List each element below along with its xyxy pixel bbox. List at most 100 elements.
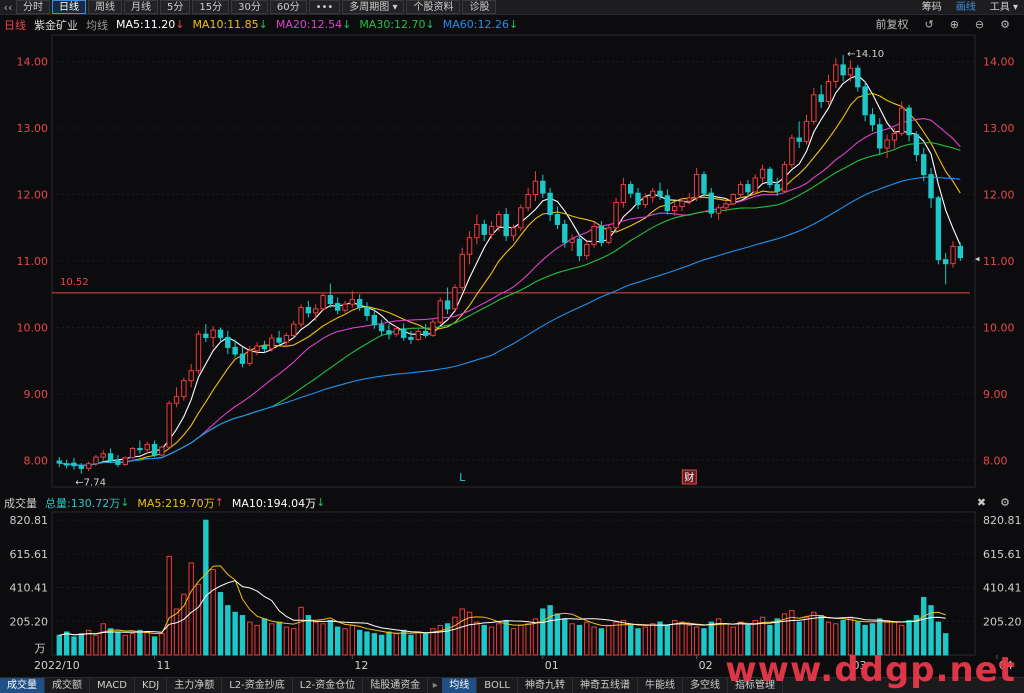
candle-body — [100, 453, 106, 458]
candle-body — [400, 328, 407, 338]
candle-body — [657, 190, 663, 197]
candle-body — [276, 337, 282, 343]
volume-bar — [63, 631, 70, 656]
volume-bar — [320, 623, 326, 656]
volume-bar — [422, 633, 429, 656]
volume-bar — [364, 631, 370, 656]
candle-body — [540, 180, 546, 194]
candle-body — [371, 315, 378, 326]
candle-body — [320, 295, 326, 310]
chevron-right-icon[interactable]: ▸ — [428, 678, 442, 693]
candle-body — [239, 353, 246, 364]
volume-bar — [657, 621, 663, 656]
indicator-tab[interactable]: 多空线 — [683, 678, 728, 693]
candle-body — [671, 205, 678, 211]
candle-body — [833, 64, 839, 83]
candle-body — [686, 197, 693, 202]
candle-body — [444, 300, 451, 310]
volume-bar — [188, 562, 194, 656]
candle-body — [261, 345, 268, 350]
candle-body — [752, 177, 758, 193]
candle-body — [474, 223, 480, 239]
volume-bar — [635, 628, 641, 656]
candle-body — [745, 184, 751, 193]
y-tick-label: 10.00 — [17, 321, 49, 334]
indicator-tab[interactable]: 陆股通资金 — [363, 678, 429, 693]
volume-bar — [386, 631, 392, 656]
volume-bar — [144, 631, 150, 656]
volume-bar — [78, 633, 84, 656]
candle-body — [796, 137, 802, 142]
indicator-tab[interactable]: 成交额 — [45, 678, 90, 693]
volume-bar — [686, 624, 693, 656]
low-annotation: ←7.74 — [75, 478, 106, 489]
candle-body — [723, 203, 729, 209]
candle-body — [562, 223, 568, 243]
volume-bar — [356, 629, 363, 656]
indicator-tab[interactable]: 牛能线 — [638, 678, 683, 693]
indicator-tab[interactable]: 成交量 — [0, 678, 45, 693]
candle-body — [811, 94, 817, 122]
volume-tick-label-right: 615.61 — [983, 548, 1022, 561]
indicator-tab[interactable]: 主力净额 — [167, 678, 223, 693]
volume-bar — [71, 636, 77, 656]
volume-bar — [671, 619, 678, 656]
volume-bar — [378, 634, 385, 656]
candle-body — [598, 225, 605, 243]
volume-bar — [371, 633, 378, 656]
indicator-tab[interactable]: KDJ — [135, 678, 168, 693]
volume-bar — [93, 634, 99, 656]
candle-body — [921, 154, 927, 176]
volume-bar — [305, 615, 312, 656]
y-tick-label: 11.00 — [17, 255, 49, 268]
candle-body — [151, 443, 158, 456]
indicator-tab[interactable]: L2-资金仓位 — [293, 678, 364, 693]
volume-bar — [210, 569, 216, 656]
candle-body — [115, 459, 121, 465]
indicator-tab[interactable]: BOLL — [477, 678, 518, 693]
candle-body — [210, 329, 216, 338]
candle-body — [195, 333, 202, 372]
volume-bar — [437, 624, 443, 656]
volume-bar — [247, 621, 253, 656]
candle-body — [225, 336, 231, 348]
y-tick-label-right: 13.00 — [983, 122, 1015, 135]
volume-bar — [203, 519, 209, 656]
candle-body — [298, 307, 304, 325]
volume-bar — [532, 618, 539, 656]
y-tick-label: 14.00 — [17, 56, 49, 69]
volume-bar — [679, 621, 685, 656]
candle-body — [547, 192, 553, 215]
indicator-tab[interactable]: 神奇五线谱 — [573, 678, 638, 693]
candle-body — [93, 456, 99, 465]
volume-bar — [225, 605, 231, 656]
y-tick-label: 8.00 — [24, 454, 49, 467]
candle-body — [943, 259, 949, 265]
candle-body — [569, 238, 575, 243]
volume-bar — [151, 636, 158, 656]
candle-body — [737, 184, 744, 196]
candle-body — [349, 299, 356, 305]
volume-bar — [642, 626, 649, 656]
indicator-tab[interactable]: 神奇九转 — [518, 678, 573, 693]
y-tick-label-right: 14.00 — [983, 56, 1015, 69]
volume-bar — [510, 628, 517, 656]
volume-bar — [217, 592, 224, 656]
ma5-line — [59, 74, 961, 467]
candle-body — [63, 463, 70, 466]
volume-bar — [488, 626, 495, 656]
candle-body — [481, 223, 487, 235]
l-marker: L — [459, 471, 466, 484]
candle-body — [957, 245, 964, 259]
candle-body — [877, 124, 883, 149]
indicator-tab[interactable]: MACD — [90, 678, 135, 693]
volume-bar — [525, 623, 531, 656]
stock-chart[interactable]: 14.00 14.00 13.00 13.00 12.00 12.00 11.00 11.00… — [0, 0, 1024, 693]
candle-body — [620, 184, 627, 204]
volume-bar — [56, 634, 63, 656]
indicator-tab[interactable]: L2-资金抄底 — [222, 678, 293, 693]
volume-bar — [393, 633, 399, 656]
indicator-tab[interactable]: 均线 — [442, 678, 478, 693]
volume-bar — [576, 624, 583, 656]
candle-body — [649, 190, 656, 198]
